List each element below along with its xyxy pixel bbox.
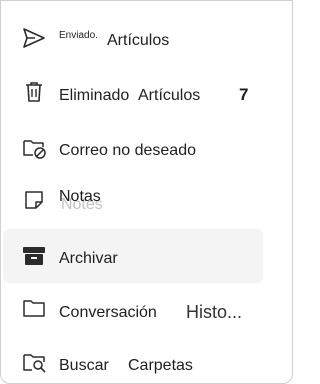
folder-junk[interactable]: Correo no deseado bbox=[1, 121, 292, 175]
folder-search-label-a: Buscar bbox=[59, 357, 109, 374]
trash-icon bbox=[21, 79, 47, 105]
folder-sent-label: Artículos bbox=[107, 32, 170, 49]
folder-icon bbox=[21, 295, 47, 321]
folder-sent-items[interactable]: Enviado. Artículos bbox=[1, 13, 292, 67]
folder-sent-label-small: Enviado. bbox=[59, 30, 98, 41]
archive-icon bbox=[21, 243, 47, 269]
folder-archive-label: Archivar bbox=[59, 250, 118, 267]
note-icon bbox=[21, 187, 47, 213]
folder-deleted-items[interactable]: Eliminado Artículos 7 bbox=[1, 67, 292, 121]
folder-search-label-b: Carpetas bbox=[128, 357, 193, 374]
folder-conversation-label: Conversación bbox=[59, 304, 157, 321]
folder-notes[interactable]: Notes Notas bbox=[1, 175, 292, 229]
folder-archive[interactable]: Archivar bbox=[3, 229, 263, 283]
folder-search-icon bbox=[21, 349, 47, 375]
folder-conversation-history[interactable]: Conversación Histo... bbox=[1, 283, 292, 337]
send-icon bbox=[21, 25, 47, 51]
folder-blocked-icon bbox=[21, 135, 47, 161]
folder-conversation-extra: Histo... bbox=[186, 302, 243, 322]
folder-deleted-label-a: Eliminado bbox=[59, 87, 130, 104]
folder-junk-label: Correo no deseado bbox=[59, 142, 196, 159]
folder-deleted-label-b: Artículos bbox=[138, 87, 201, 104]
folder-pane: Enviado. Artículos Eliminado Artículos 7… bbox=[0, 0, 293, 384]
folder-deleted-count: 7 bbox=[239, 85, 249, 104]
folder-search-folders[interactable]: Buscar Carpetas bbox=[1, 337, 292, 383]
folder-notes-label: Notas bbox=[59, 188, 101, 205]
